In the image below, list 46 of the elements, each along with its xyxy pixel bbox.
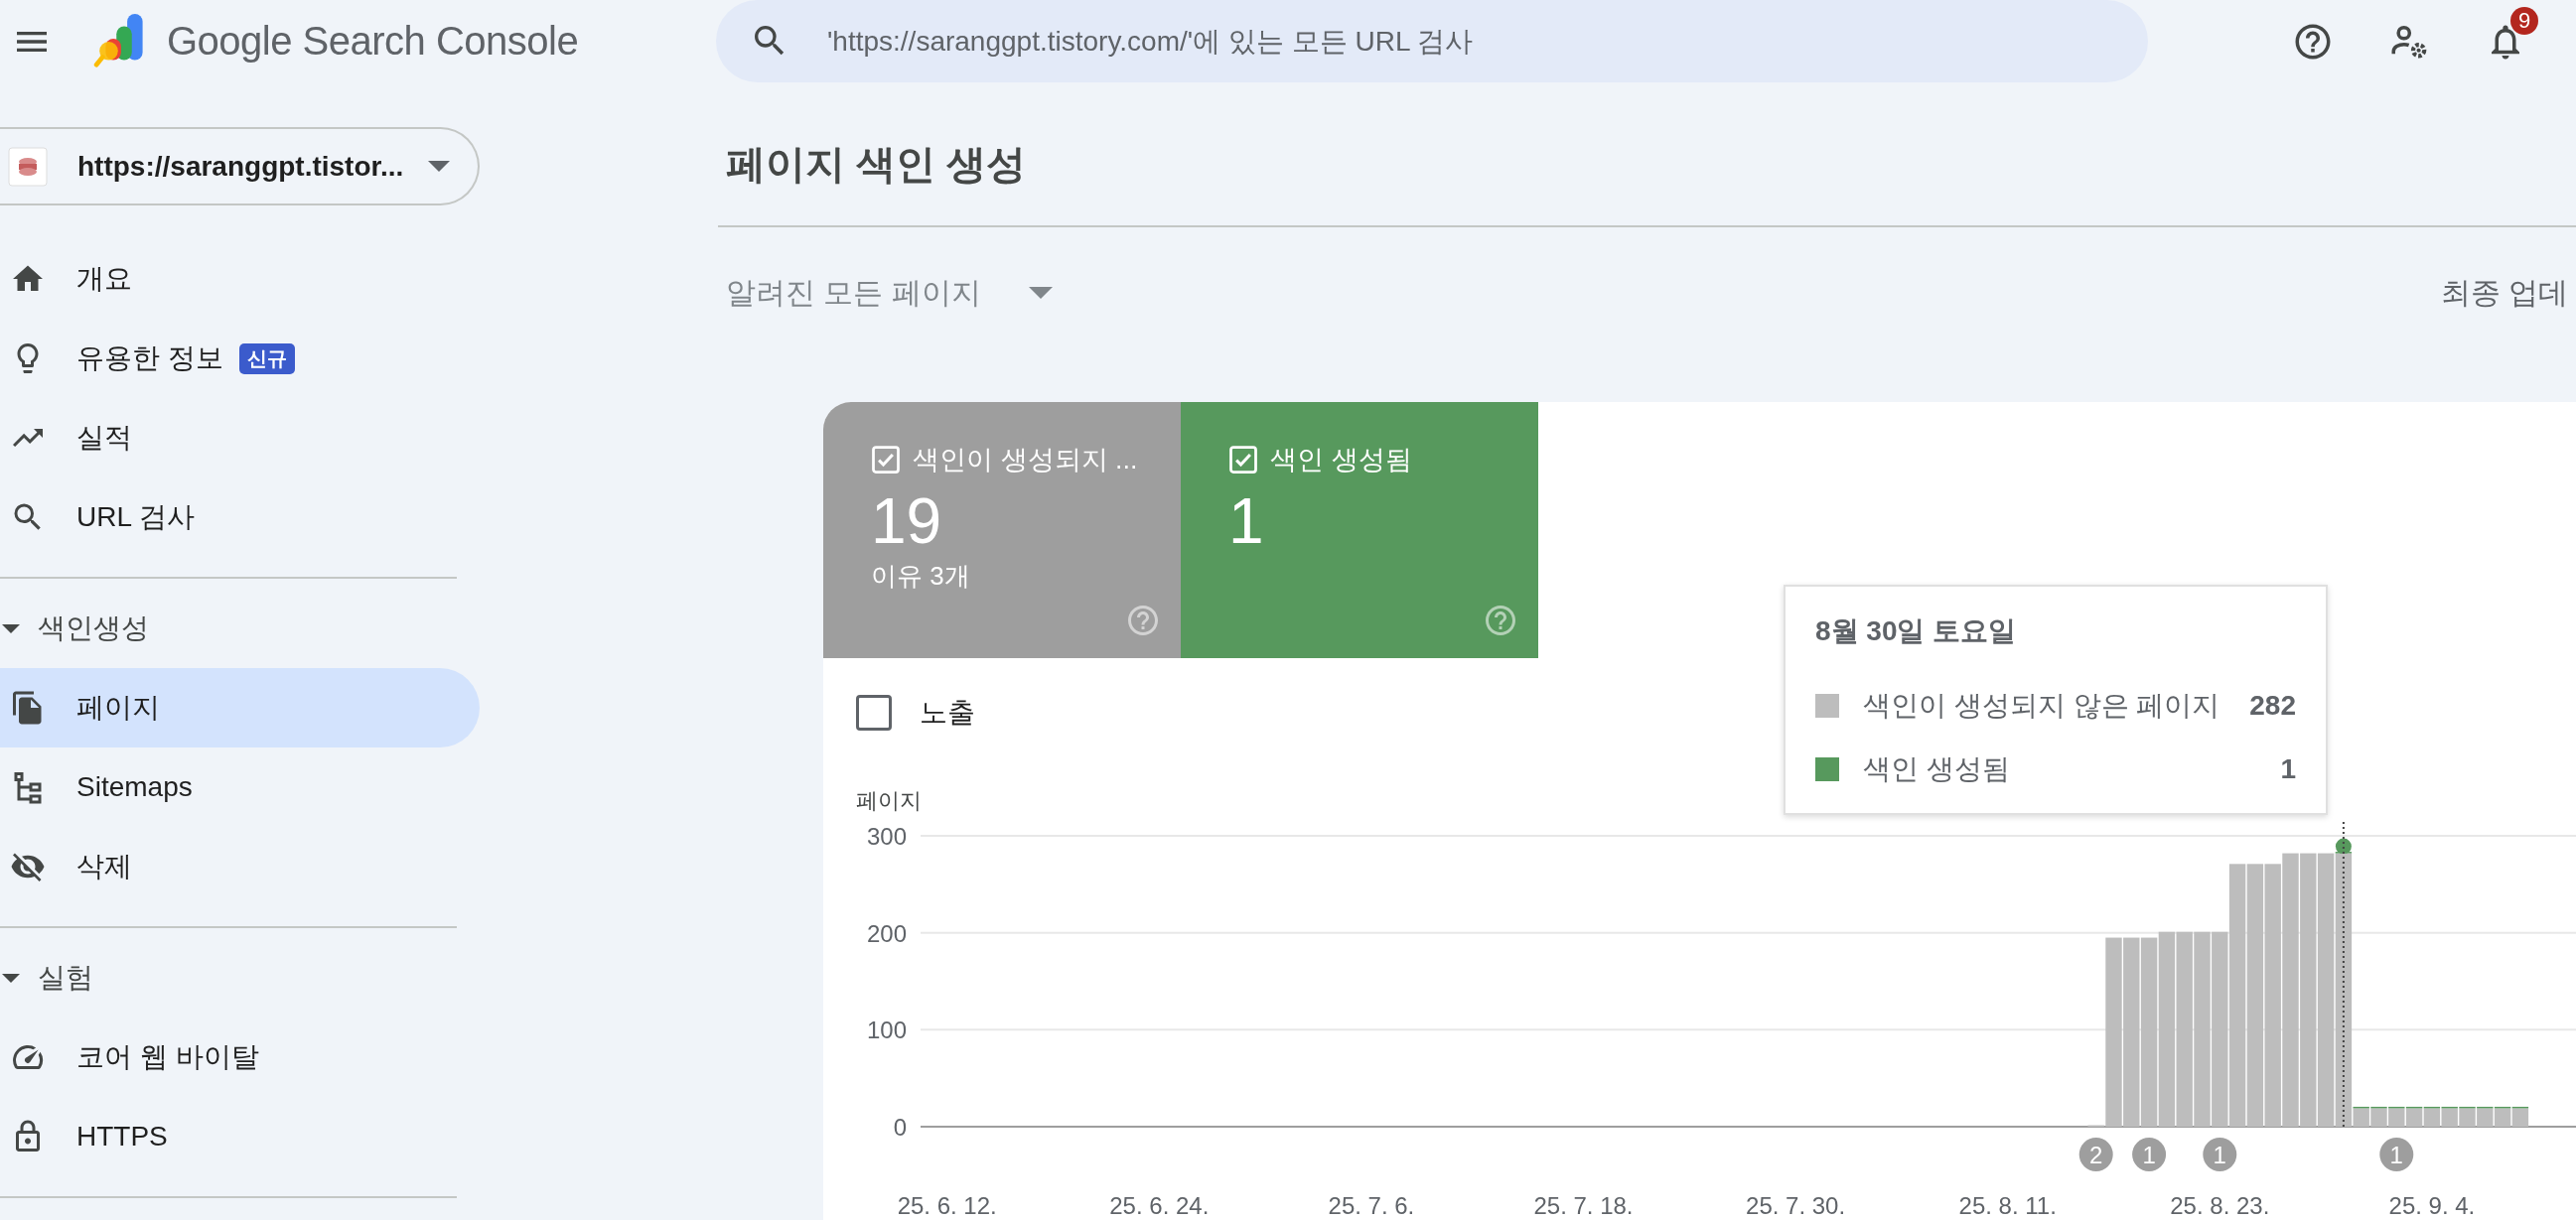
y-tick-label: 100 <box>866 1017 907 1044</box>
tile-value: 19 <box>871 485 942 559</box>
nav-item[interactable]: HTTPS <box>0 1097 480 1176</box>
tile-value: 1 <box>1228 485 1264 559</box>
x-tick-label: 25. 6. 24. <box>1109 1192 1210 1219</box>
nav-item[interactable]: 유용한 정보 신규 <box>0 319 480 398</box>
tooltip-label: 색인이 생성되지 않은 페이지 <box>1863 689 2220 723</box>
x-tick-label: 25. 7. 18. <box>1533 1192 1634 1219</box>
nav-item[interactable]: 삭제 <box>0 827 480 906</box>
tile-subtext: 이유 3개 <box>871 559 970 593</box>
y-axis-label: 페이지 <box>856 788 922 813</box>
search-field[interactable]: 'https://saranggpt.tistory.com/'에 있는 모든 URL 검사 <box>716 0 2148 82</box>
notification-badge: 9 <box>2510 6 2538 35</box>
x-tick-label: 25. 7. 30. <box>1746 1192 1846 1219</box>
y-tick-label: 200 <box>866 919 907 947</box>
page-title: 페이지 색인 생성 <box>718 134 2576 227</box>
new-badge: 신규 <box>238 342 295 374</box>
x-tick-label: 25. 9. 4. <box>2388 1192 2476 1219</box>
last-updated-text: 최종 업데 <box>2440 274 2569 311</box>
x-tick-label: 25. 6. 12. <box>897 1192 997 1219</box>
tile-label: 색인 생성됨 <box>1270 444 1412 476</box>
caret-icon <box>1028 287 1053 299</box>
y-tick-label: 0 <box>893 1114 907 1141</box>
section-header[interactable]: 실험 <box>0 938 93 1017</box>
nav-item[interactable]: Sitemaps <box>0 747 480 827</box>
tile-label: 색인이 생성되지 ... <box>913 444 1138 476</box>
app-title: Google Search Console <box>167 19 579 64</box>
nav-item[interactable]: 실적 <box>0 398 480 477</box>
tooltip-label: 색인 생성됨 <box>1863 752 2010 786</box>
property-selector[interactable]: https://saranggpt.tistor... <box>0 127 480 205</box>
site-favicon-icon <box>8 146 48 187</box>
tooltip-value: 282 <box>2249 690 2296 722</box>
checkbox-label: 노출 <box>920 696 975 730</box>
y-tick-label: 300 <box>866 823 907 850</box>
tooltip-title: 8월 30일 토요일 <box>1815 614 2018 648</box>
x-tick-label: 25. 8. 23. <box>2170 1192 2270 1219</box>
nav-item[interactable]: 페이지 <box>0 668 480 747</box>
tooltip-value: 1 <box>2280 753 2296 785</box>
nav-item[interactable]: 개요 <box>0 239 480 319</box>
x-tick-label: 25. 7. 6. <box>1328 1192 1415 1219</box>
x-tick-label: 25. 8. 11. <box>1958 1192 2057 1219</box>
section-header[interactable]: 색인생성 <box>0 589 149 668</box>
nav-item[interactable]: URL 검사 <box>0 477 480 557</box>
checkbox[interactable] <box>856 695 892 731</box>
caret-icon <box>428 161 450 172</box>
nav-item[interactable]: 코어 웹 바이탈 <box>0 1017 480 1097</box>
